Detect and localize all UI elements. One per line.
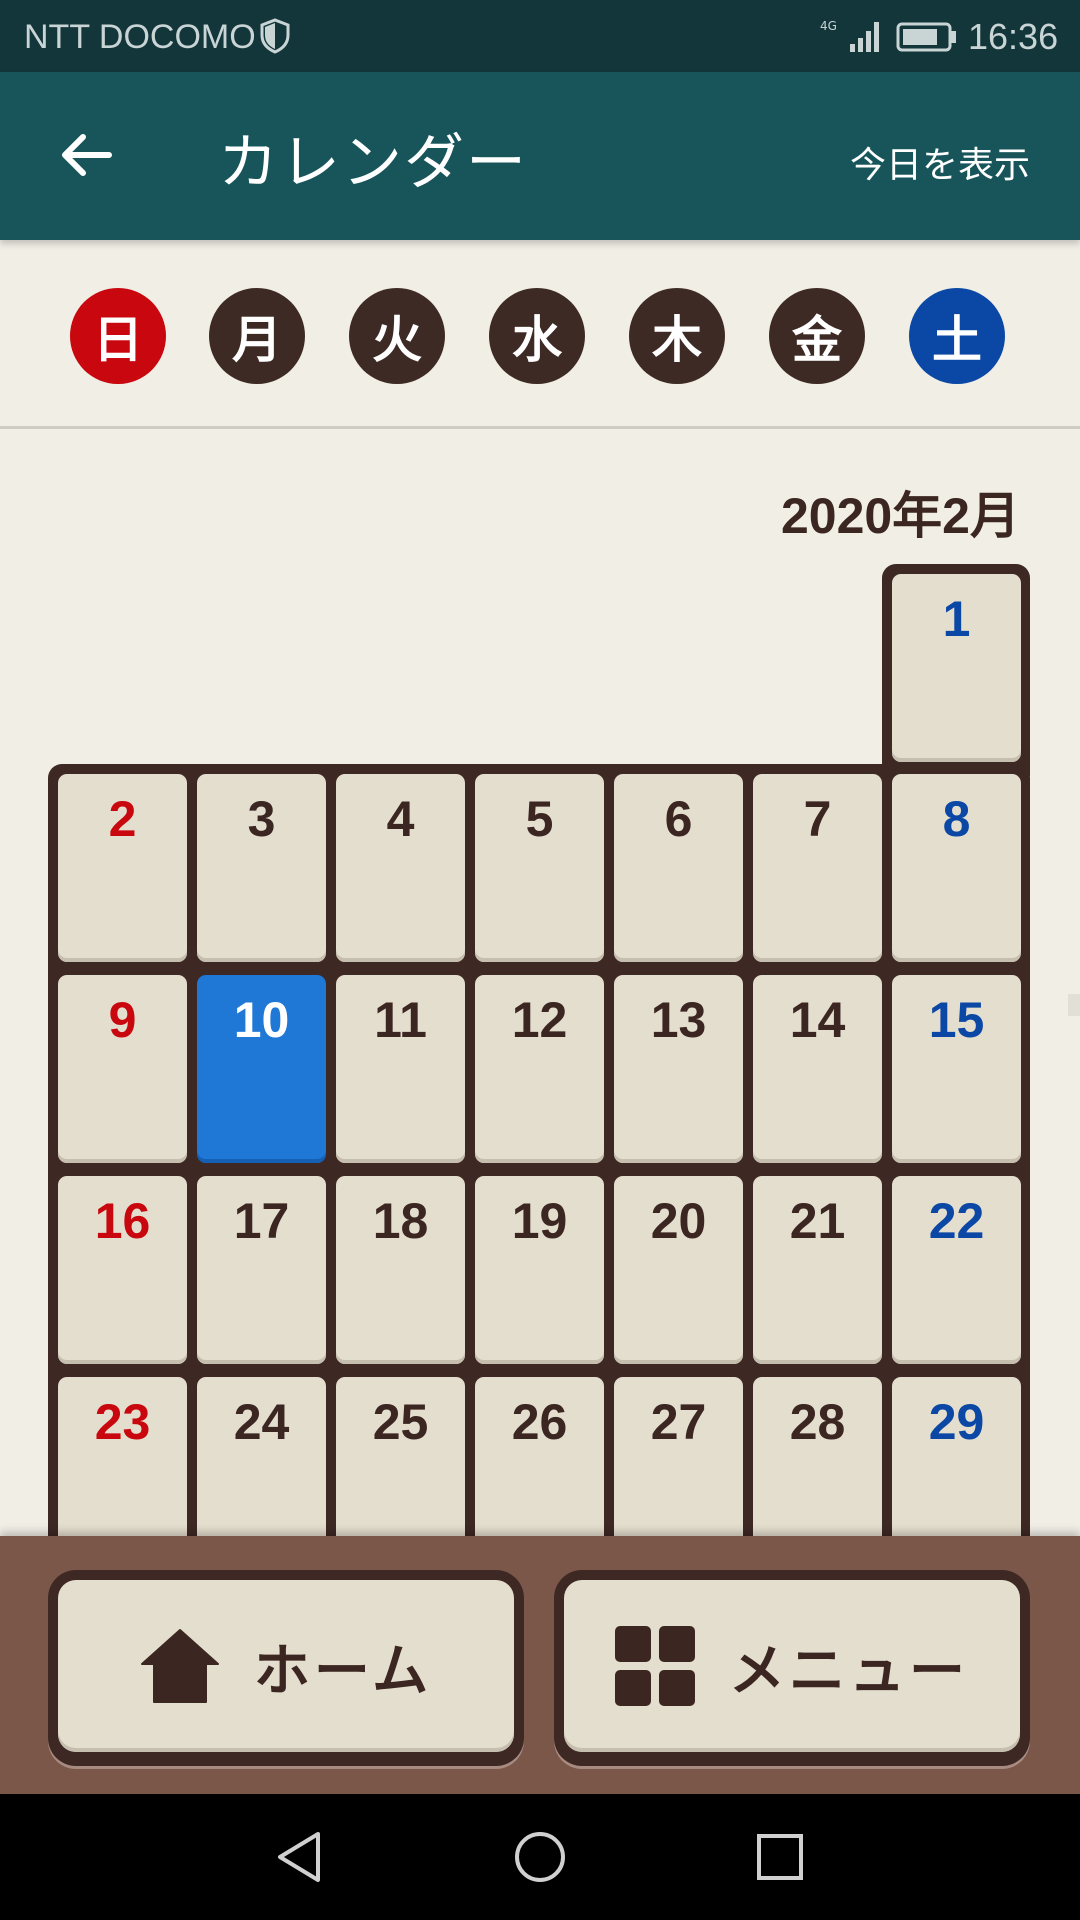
day-cell[interactable]: 16 <box>58 1176 187 1364</box>
day-cell[interactable]: 21 <box>753 1176 882 1364</box>
home-label: ホーム <box>253 1638 433 1704</box>
bottom-bar: ホーム メニュー <box>0 1536 1080 1794</box>
grid-menu-icon <box>615 1626 695 1706</box>
clock: 16:36 <box>968 16 1059 57</box>
home-button[interactable]: ホーム <box>58 1580 514 1752</box>
day-cell[interactable]: 6 <box>614 774 743 962</box>
day-number: 25 <box>372 1394 429 1450</box>
weekday-wednesday: 水 <box>489 288 585 384</box>
day-number: 13 <box>650 992 707 1048</box>
day-cell[interactable]: 19 <box>475 1176 604 1364</box>
day-cell[interactable]: 7 <box>753 774 882 962</box>
nav-home-icon <box>515 1832 565 1882</box>
day-cell-selected[interactable]: 10 <box>197 975 326 1163</box>
day-number: 7 <box>803 791 832 847</box>
day-number: 6 <box>664 791 693 847</box>
day-number: 12 <box>511 992 568 1048</box>
day-number: 11 <box>374 992 427 1048</box>
menu-button[interactable]: メニュー <box>564 1580 1020 1752</box>
nav-recents-icon <box>757 1834 803 1880</box>
day-number: 27 <box>650 1394 707 1450</box>
weekday-friday: 金 <box>769 288 865 384</box>
menu-button-frame: メニュー <box>554 1570 1030 1766</box>
weekday-sunday: 日 <box>70 288 166 384</box>
day-number: 16 <box>94 1193 151 1249</box>
month-label: 2020年2月 <box>780 488 1020 544</box>
day-cell[interactable]: 3 <box>197 774 326 962</box>
day-cell[interactable]: 18 <box>336 1176 465 1364</box>
weekday-tuesday: 火 <box>349 288 445 384</box>
day-number: 18 <box>372 1193 429 1249</box>
scroll-indicator <box>1068 994 1080 1016</box>
home-button-frame: ホーム <box>48 1570 524 1766</box>
day-number: 23 <box>94 1394 151 1450</box>
day-number: 10 <box>233 992 290 1048</box>
day-number: 14 <box>789 992 846 1048</box>
weekday-monday: 月 <box>209 288 305 384</box>
nav-back-button[interactable] <box>264 1822 334 1892</box>
day-number: 22 <box>928 1193 985 1249</box>
day-cell[interactable]: 2 <box>58 774 187 962</box>
menu-label: メニュー <box>729 1638 969 1704</box>
status-bar: NTT DOCOMO 4G 16:36 <box>0 0 1080 72</box>
day-number: 15 <box>928 992 985 1048</box>
day-number: 3 <box>247 791 276 847</box>
day-cell[interactable]: 22 <box>892 1176 1021 1364</box>
home-icon <box>140 1629 219 1703</box>
signal-icon: 4G <box>820 16 884 60</box>
svg-text:4G: 4G <box>820 19 837 33</box>
battery-icon <box>896 22 958 56</box>
day-cell[interactable]: 9 <box>58 975 187 1163</box>
day-cell[interactable]: 15 <box>892 975 1021 1163</box>
day-number: 9 <box>108 992 137 1048</box>
back-button[interactable] <box>50 120 120 190</box>
day-cell[interactable]: 14 <box>753 975 882 1163</box>
nav-back-icon <box>278 1832 320 1882</box>
day-number: 26 <box>511 1394 568 1450</box>
day-cell[interactable]: 17 <box>197 1176 326 1364</box>
shield-icon <box>260 18 290 58</box>
day-cell[interactable]: 4 <box>336 774 465 962</box>
day-number: 29 <box>928 1394 985 1450</box>
day-cell[interactable]: 20 <box>614 1176 743 1364</box>
weekday-header: 日 月 火 水 木 金 土 <box>0 240 1080 429</box>
day-cell[interactable]: 1 <box>892 574 1021 762</box>
carrier-label: NTT DOCOMO <box>24 18 256 56</box>
day-number: 21 <box>789 1193 846 1249</box>
day-number: 24 <box>233 1394 290 1450</box>
back-arrow-icon <box>62 134 112 176</box>
day-number: 17 <box>233 1193 290 1249</box>
day-cell[interactable]: 12 <box>475 975 604 1163</box>
day-cell[interactable]: 8 <box>892 774 1021 962</box>
day-number: 20 <box>650 1193 707 1249</box>
day-number: 28 <box>789 1394 846 1450</box>
day-number: 5 <box>525 791 554 847</box>
app-bar: カレンダー 今日を表示 <box>0 72 1080 240</box>
navigation-bar <box>0 1794 1080 1920</box>
show-today-button[interactable]: 今日を表示 <box>850 136 1030 188</box>
day-number: 8 <box>942 791 971 847</box>
page-title: カレンダー <box>218 128 528 198</box>
day-number: 19 <box>511 1193 568 1249</box>
day-number: 1 <box>942 591 971 647</box>
nav-home-button[interactable] <box>505 1822 575 1892</box>
day-cell[interactable]: 5 <box>475 774 604 962</box>
weekday-saturday: 土 <box>909 288 1005 384</box>
day-number: 4 <box>386 791 415 847</box>
weekday-thursday: 木 <box>629 288 725 384</box>
day-number: 2 <box>108 791 137 847</box>
nav-recents-button[interactable] <box>745 1822 815 1892</box>
day-cell[interactable]: 13 <box>614 975 743 1163</box>
day-cell[interactable]: 11 <box>336 975 465 1163</box>
